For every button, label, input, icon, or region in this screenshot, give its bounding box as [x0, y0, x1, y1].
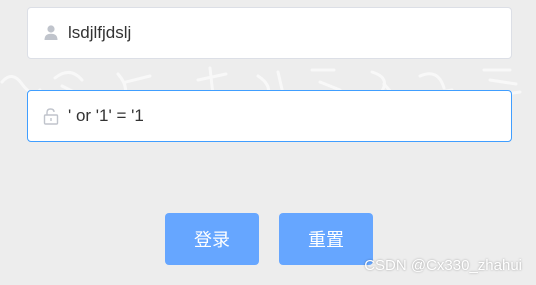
username-field[interactable]	[27, 7, 512, 59]
unlocked-lock-icon	[43, 108, 59, 125]
password-input[interactable]	[68, 91, 498, 141]
watermark: CSDN @Cx330_zhahui	[364, 257, 522, 274]
username-input[interactable]	[68, 8, 498, 58]
password-field[interactable]	[27, 90, 512, 142]
user-icon	[44, 25, 58, 40]
login-button[interactable]: 登录	[165, 213, 259, 265]
reset-button[interactable]: 重置	[279, 213, 373, 265]
